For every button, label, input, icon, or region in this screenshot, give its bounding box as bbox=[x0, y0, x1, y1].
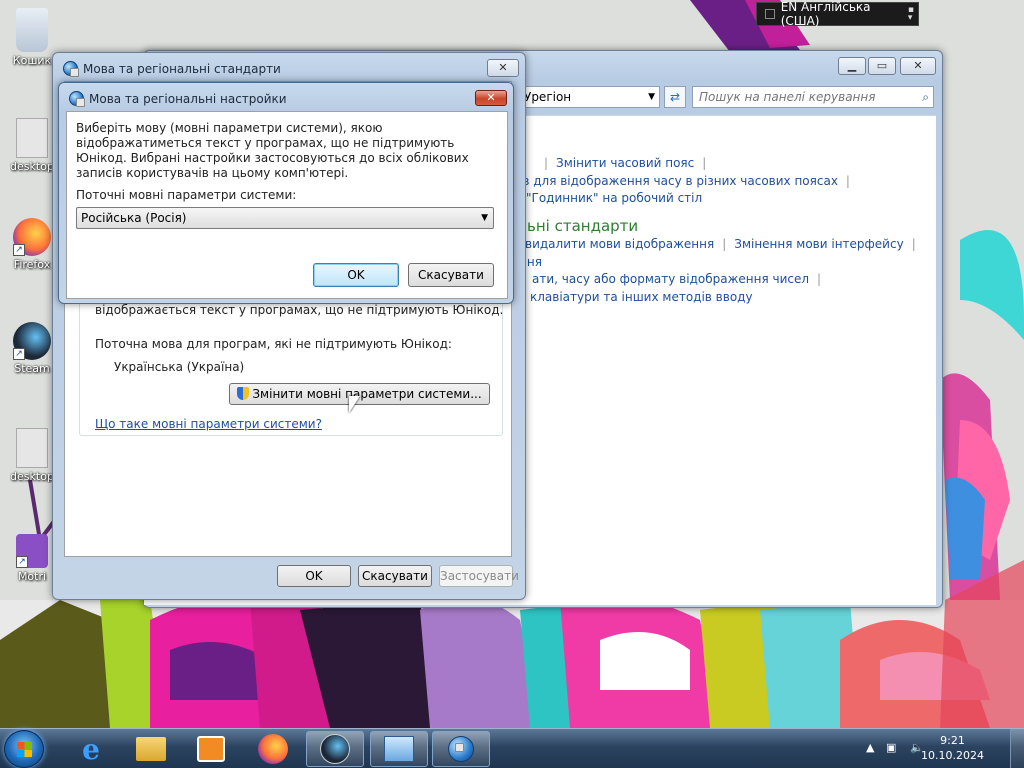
dialog-title: Мова та регіональні стандарти bbox=[83, 61, 281, 76]
windows-logo-icon bbox=[17, 742, 32, 757]
firefox-icon bbox=[258, 734, 288, 764]
refresh-icon[interactable]: ⇄ bbox=[664, 86, 686, 108]
link-gadget-clock[interactable]: "Годинник" на робочий стіл bbox=[526, 191, 702, 205]
shortcut-arrow-icon: ↗ bbox=[16, 556, 28, 568]
chevron-down-icon[interactable]: ▼ bbox=[648, 87, 655, 107]
start-button[interactable] bbox=[4, 730, 44, 768]
mouse-cursor-icon bbox=[349, 396, 360, 413]
taskbar-steam[interactable] bbox=[306, 731, 364, 767]
ok-button[interactable]: OK bbox=[277, 565, 351, 587]
regional-globe-icon bbox=[63, 61, 79, 77]
address-breadcrumb: Урегіон bbox=[524, 90, 572, 104]
search-box[interactable]: Пошук на панелі керування ⌕ bbox=[692, 86, 934, 108]
chevron-down-icon: ▼ bbox=[481, 213, 488, 223]
link-change-timezone[interactable]: Змінити часовий пояс bbox=[556, 156, 694, 170]
settings-file-icon bbox=[16, 118, 48, 158]
firefox-icon: ↗ bbox=[13, 218, 51, 256]
close-button[interactable]: ✕ bbox=[487, 59, 519, 77]
apply-button[interactable]: Застосувати bbox=[439, 565, 519, 587]
show-hidden-icons-icon[interactable]: ▲ bbox=[866, 741, 874, 754]
current-lang-label: Поточна мова для програм, які не підтрим… bbox=[95, 337, 452, 351]
cancel-button[interactable]: Скасувати bbox=[358, 565, 432, 587]
system-clock[interactable]: 9:21 10.10.2024 bbox=[921, 733, 984, 763]
network-icon[interactable]: ▣ bbox=[886, 741, 896, 754]
taskbar-ie[interactable]: e bbox=[62, 731, 120, 767]
desktop-icon-desktop-ini-1[interactable]: desktop bbox=[10, 118, 54, 173]
maximize-button[interactable]: ▭ bbox=[868, 57, 896, 75]
admin-groupbox: відображається текст у програмах, що не … bbox=[79, 282, 503, 436]
taskbar-firefox[interactable] bbox=[244, 731, 302, 767]
close-button[interactable]: ✕ bbox=[900, 57, 936, 75]
regional-globe-icon bbox=[448, 736, 474, 762]
link-clocks-timezones[interactable]: ів для відображення часу в різних часови… bbox=[519, 174, 838, 188]
language-indicator: EN Англійська (США) bbox=[780, 0, 871, 28]
address-bar[interactable]: Урегіон ▼ bbox=[520, 86, 660, 108]
steam-icon bbox=[320, 734, 350, 764]
desktop-icon-steam[interactable]: ↗ Steam bbox=[10, 322, 54, 375]
link-remove-display-lang[interactable]: видалити мови відображення bbox=[525, 237, 714, 251]
desktop-icon-desktop-ini-2[interactable]: desktop bbox=[10, 428, 54, 483]
langbar-options-icon[interactable]: ▪ ▾ bbox=[908, 6, 914, 23]
minimize-button[interactable]: ▁ bbox=[838, 57, 866, 75]
keyboard-icon bbox=[765, 9, 775, 19]
settings-file-icon bbox=[16, 428, 48, 468]
dialog-body: Виберіть мову (мовні параметри системи),… bbox=[66, 111, 508, 299]
close-button[interactable]: ✕ bbox=[475, 90, 507, 106]
ok-button[interactable]: OK bbox=[313, 263, 399, 287]
clock-date: 10.10.2024 bbox=[921, 749, 984, 762]
locale-description: Виберіть мову (мовні параметри системи),… bbox=[76, 121, 469, 180]
internet-explorer-icon: e bbox=[82, 732, 100, 766]
locale-select[interactable]: Російська (Росія) ▼ bbox=[76, 207, 494, 229]
taskbar-control-panel[interactable] bbox=[370, 731, 428, 767]
uac-shield-icon bbox=[237, 387, 250, 400]
steam-icon: ↗ bbox=[13, 322, 51, 360]
locale-selected-value: Російська (Росія) bbox=[81, 211, 187, 225]
taskbar: e ▲ ▣ 🔈 9:21 10.10.2024 bbox=[0, 728, 1024, 768]
system-locale-dialog: Мова та регіональні настройки ✕ Виберіть… bbox=[58, 82, 514, 304]
taskbar-regional-settings[interactable] bbox=[432, 731, 490, 767]
current-lang-value: Українська (Україна) bbox=[114, 360, 245, 374]
media-player-icon bbox=[197, 736, 225, 762]
taskbar-media-player[interactable] bbox=[182, 731, 240, 767]
taskbar-explorer[interactable] bbox=[122, 731, 180, 767]
recycle-bin-icon bbox=[16, 8, 48, 52]
desktop-icon-recycle-bin[interactable]: Кошик bbox=[10, 8, 54, 67]
folder-icon bbox=[136, 737, 166, 761]
shortcut-arrow-icon: ↗ bbox=[13, 244, 25, 256]
search-icon[interactable]: ⌕ bbox=[922, 87, 929, 107]
change-system-locale-label: Змінити мовні параметри системи... bbox=[252, 387, 482, 401]
show-desktop-button[interactable] bbox=[1010, 729, 1024, 768]
regional-heading[interactable]: ьні стандарти bbox=[527, 217, 638, 235]
cancel-button[interactable]: Скасувати bbox=[408, 263, 494, 287]
app-shortcut-icon: ↗ bbox=[16, 534, 48, 568]
control-panel-icon bbox=[384, 736, 414, 762]
regional-globe-icon bbox=[69, 91, 85, 107]
link-change-ui-lang[interactable]: Змінення мови інтерфейсу bbox=[734, 237, 903, 251]
language-bar[interactable]: EN Англійська (США) ▪ ▾ bbox=[756, 0, 919, 28]
dialog-title: Мова та регіональні настройки bbox=[89, 91, 287, 106]
clock-time: 9:21 bbox=[940, 734, 965, 747]
locale-label: Поточні мовні параметри системи: bbox=[76, 188, 297, 202]
help-link[interactable]: Що таке мовні параметри системи? bbox=[95, 417, 322, 431]
search-placeholder: Пошук на панелі керування bbox=[699, 90, 876, 104]
shortcut-arrow-icon: ↗ bbox=[13, 348, 25, 360]
link-date-time-format[interactable]: ати, часу або формату відображення чисел bbox=[532, 272, 809, 286]
link-keyboard-methods[interactable]: клавіатури та інших методів вводу bbox=[530, 290, 753, 304]
desktop-icon-motri[interactable]: ↗ Motri bbox=[10, 534, 54, 583]
desktop-icon-firefox[interactable]: ↗ Firefox bbox=[10, 218, 54, 271]
partial-description: відображається текст у програмах, що не … bbox=[95, 303, 504, 317]
